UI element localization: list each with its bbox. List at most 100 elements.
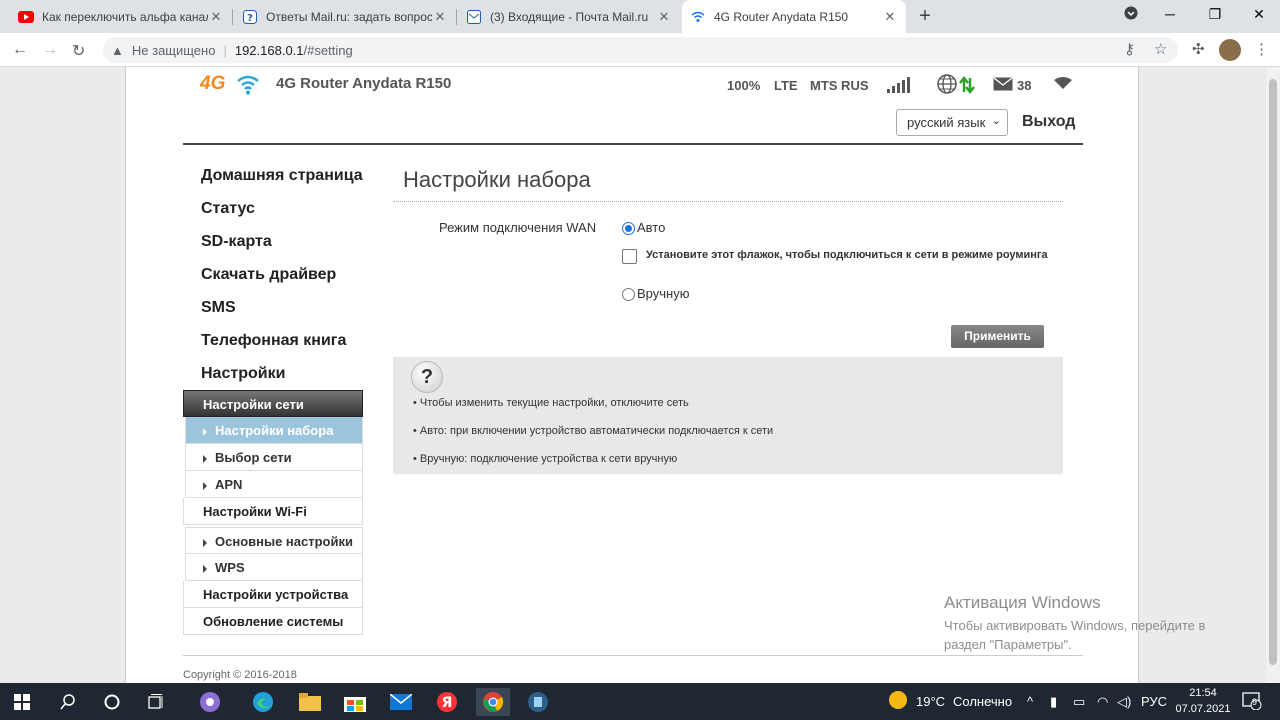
- extensions-icon[interactable]: ✣: [1192, 40, 1205, 58]
- app-blue-icon[interactable]: [524, 688, 552, 716]
- windows-start-icon[interactable]: [8, 688, 36, 716]
- file-explorer-icon[interactable]: [296, 688, 324, 716]
- task-view-icon[interactable]: [143, 688, 171, 716]
- key-icon[interactable]: ⚷: [1124, 40, 1135, 58]
- operator-name: MTS RUS: [810, 78, 869, 93]
- copyright: Copyright © 2016-2018: [183, 669, 297, 681]
- sidebar-item-wps[interactable]: WPS: [185, 554, 363, 581]
- sidebar-item-download-driver[interactable]: Скачать драйвер: [183, 258, 363, 291]
- header-divider: [183, 143, 1083, 145]
- notification-count: 9: [1252, 697, 1258, 707]
- activation-title: Активация Windows: [944, 593, 1101, 612]
- store-icon[interactable]: [341, 688, 369, 716]
- tab-title: (3) Входящие - Почта Mail.ru: [490, 9, 649, 24]
- sidebar-item-label: WPS: [215, 560, 245, 575]
- tab-search-icon[interactable]: [1121, 6, 1141, 23]
- sidebar-item-phonebook[interactable]: Телефонная книга: [183, 324, 363, 357]
- maximize-button[interactable]: ❐: [1205, 6, 1225, 23]
- temperature[interactable]: 19°C: [916, 694, 945, 709]
- tab-router[interactable]: 4G Router Anydata R150 ✕: [682, 0, 906, 33]
- back-arrow-icon[interactable]: ←: [12, 41, 28, 59]
- mail-app-icon[interactable]: [387, 688, 415, 716]
- app-purple-icon[interactable]: [196, 688, 224, 716]
- globe-icon: [936, 73, 958, 98]
- chevron-down-icon: ⌄: [991, 115, 1001, 127]
- wifi-status-icon: [1053, 76, 1073, 93]
- scrollbar-thumb[interactable]: [1269, 79, 1277, 665]
- weather-text[interactable]: Солнечно: [953, 694, 1012, 709]
- reload-icon[interactable]: ↻: [72, 41, 85, 61]
- sidebar-section-network-settings[interactable]: Настройки сети: [183, 390, 363, 417]
- clock[interactable]: 21:54 07.07.2021: [1172, 685, 1234, 717]
- omnibox[interactable]: ▲ Не защищено | 192.168.0.1/#setting: [103, 37, 1178, 63]
- sidebar-section-system-update[interactable]: Обновление системы: [183, 608, 363, 635]
- help-line: • Авто: при включении устройство автомат…: [413, 425, 774, 437]
- page-scrollbar[interactable]: [1266, 67, 1280, 683]
- search-icon[interactable]: [54, 688, 82, 716]
- tab-mail[interactable]: (3) Входящие - Почта Mail.ru ✕: [458, 0, 680, 33]
- sidebar-item-sd-card[interactable]: SD-карта: [183, 225, 363, 258]
- radio-auto[interactable]: [622, 222, 635, 235]
- radio-auto-label[interactable]: Авто: [637, 220, 665, 235]
- tab-youtube[interactable]: Как переключить альфа канал в ✕: [10, 0, 232, 33]
- edge-icon[interactable]: [249, 688, 277, 716]
- sidebar: Домашняя страница Статус SD-карта Скачат…: [183, 159, 363, 635]
- battery-icon[interactable]: ▭: [1073, 694, 1085, 710]
- input-language[interactable]: РУС: [1141, 694, 1167, 709]
- sidebar-item-dial-settings[interactable]: Настройки набора: [185, 417, 363, 444]
- sms-count[interactable]: 38: [1017, 78, 1031, 93]
- sidebar-item-apn[interactable]: APN: [185, 471, 363, 498]
- volume-icon[interactable]: ◁): [1117, 694, 1131, 710]
- tab-title: Как переключить альфа канал в: [42, 9, 208, 24]
- minimize-button[interactable]: ─: [1160, 6, 1180, 22]
- sidebar-item-home[interactable]: Домашняя страница: [183, 159, 363, 192]
- radio-manual-label[interactable]: Вручную: [637, 286, 689, 301]
- sidebar-item-basic-settings[interactable]: Основные настройки: [185, 527, 363, 554]
- new-tab-button[interactable]: +: [914, 5, 936, 27]
- menu-icon[interactable]: ⋮: [1254, 40, 1269, 58]
- close-icon[interactable]: ✕: [882, 9, 898, 25]
- forward-arrow-icon[interactable]: →: [42, 41, 58, 59]
- close-window-button[interactable]: ✕: [1249, 6, 1269, 23]
- sidebar-section-device-settings[interactable]: Настройки устройства: [183, 581, 363, 608]
- warning-icon: ▲: [111, 42, 124, 58]
- close-icon[interactable]: ✕: [208, 9, 224, 25]
- microphone-icon: ▮: [1050, 694, 1058, 709]
- sidebar-section-wifi-settings[interactable]: Настройки Wi-Fi: [183, 498, 363, 525]
- title-divider: [393, 201, 1063, 202]
- tab-otvety[interactable]: ? Ответы Mail.ru: задать вопрос ✕: [234, 0, 456, 33]
- close-icon[interactable]: ✕: [656, 9, 672, 25]
- sidebar-item-sms[interactable]: SMS: [183, 291, 363, 324]
- triangle-right-icon: [203, 564, 207, 573]
- radio-manual[interactable]: [622, 288, 635, 301]
- sidebar-item-label: Выбор сети: [215, 450, 292, 465]
- star-icon[interactable]: ☆: [1154, 40, 1167, 58]
- roaming-checkbox[interactable]: [622, 249, 637, 264]
- omnibox-divider: |: [223, 42, 227, 58]
- language-select[interactable]: русский язык ⌄: [896, 109, 1008, 136]
- tab-title: 4G Router Anydata R150: [714, 9, 849, 24]
- sidebar-item-label: APN: [215, 477, 243, 492]
- help-line: • Вручную: подключение устройства к сети…: [413, 453, 678, 465]
- close-icon[interactable]: ✕: [432, 9, 448, 25]
- chevron-up-icon[interactable]: ^: [1027, 694, 1033, 709]
- date: 07.07.2021: [1175, 703, 1231, 715]
- apply-button[interactable]: Применить: [951, 325, 1044, 348]
- profile-avatar[interactable]: [1219, 39, 1241, 61]
- chrome-icon[interactable]: [476, 688, 510, 716]
- triangle-right-icon: [203, 538, 207, 547]
- sidebar-item-status[interactable]: Статус: [183, 192, 363, 225]
- mail-icon: [466, 9, 482, 25]
- envelope-icon[interactable]: [993, 77, 1013, 94]
- roaming-checkbox-label[interactable]: Установите этот флажок, чтобы подключить…: [646, 249, 1048, 261]
- logout-link[interactable]: Выход: [1022, 113, 1075, 131]
- time: 21:54: [1189, 687, 1217, 699]
- sidebar-item-settings[interactable]: Настройки: [183, 357, 363, 390]
- router-page: 4G 4G Router Anydata R150 100% LTE MTS R…: [125, 67, 1139, 683]
- network-icon[interactable]: ◠: [1097, 694, 1108, 710]
- activation-line2: раздел "Параметры".: [944, 637, 1072, 652]
- cortana-icon[interactable]: [98, 688, 126, 716]
- sidebar-item-network-select[interactable]: Выбор сети: [185, 444, 363, 471]
- yandex-browser-icon[interactable]: Я: [433, 688, 461, 716]
- address-bar-row: ← → ↻ ▲ Не защищено | 192.168.0.1/#setti…: [0, 33, 1280, 67]
